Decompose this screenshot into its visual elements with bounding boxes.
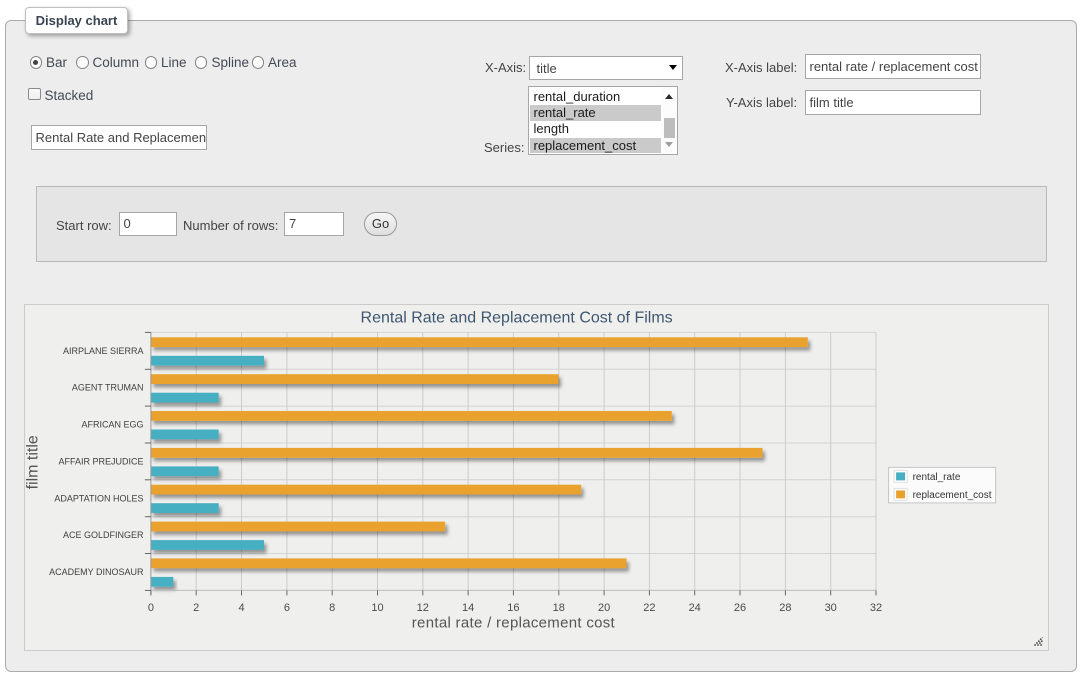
svg-text:replacement_cost: replacement_cost xyxy=(913,490,992,501)
svg-text:ADAPTATION HOLES: ADAPTATION HOLES xyxy=(54,493,143,503)
svg-text:8: 8 xyxy=(329,602,335,614)
svg-text:AIRPLANE SIERRA: AIRPLANE SIERRA xyxy=(63,346,144,356)
svg-text:10: 10 xyxy=(371,602,383,614)
svg-text:14: 14 xyxy=(462,602,474,614)
svg-text:ACADEMY DINOSAUR: ACADEMY DINOSAUR xyxy=(49,567,144,577)
svg-text:28: 28 xyxy=(779,602,791,614)
svg-text:18: 18 xyxy=(553,602,565,614)
svg-text:rental_rate: rental_rate xyxy=(913,472,961,483)
svg-text:12: 12 xyxy=(417,602,429,614)
svg-text:32: 32 xyxy=(870,602,882,614)
svg-text:AFRICAN EGG: AFRICAN EGG xyxy=(81,420,143,430)
svg-text:ACE GOLDFINGER: ACE GOLDFINGER xyxy=(63,530,144,540)
svg-text:22: 22 xyxy=(643,602,655,614)
svg-text:4: 4 xyxy=(238,602,244,614)
svg-text:6: 6 xyxy=(284,602,290,614)
svg-text:2: 2 xyxy=(193,602,199,614)
svg-text:AFFAIR PREJUDICE: AFFAIR PREJUDICE xyxy=(58,456,143,466)
svg-text:20: 20 xyxy=(598,602,610,614)
svg-text:rental rate / replacement cost: rental rate / replacement cost xyxy=(412,615,616,632)
svg-text:0: 0 xyxy=(148,602,154,614)
svg-text:AGENT TRUMAN: AGENT TRUMAN xyxy=(72,383,144,393)
svg-text:30: 30 xyxy=(825,602,837,614)
svg-text:16: 16 xyxy=(507,602,519,614)
svg-text:26: 26 xyxy=(734,602,746,614)
svg-text:24: 24 xyxy=(689,602,701,614)
svg-text:film title: film title xyxy=(25,435,42,489)
svg-text:Rental Rate and Replacement Co: Rental Rate and Replacement Cost of Film… xyxy=(361,310,673,327)
